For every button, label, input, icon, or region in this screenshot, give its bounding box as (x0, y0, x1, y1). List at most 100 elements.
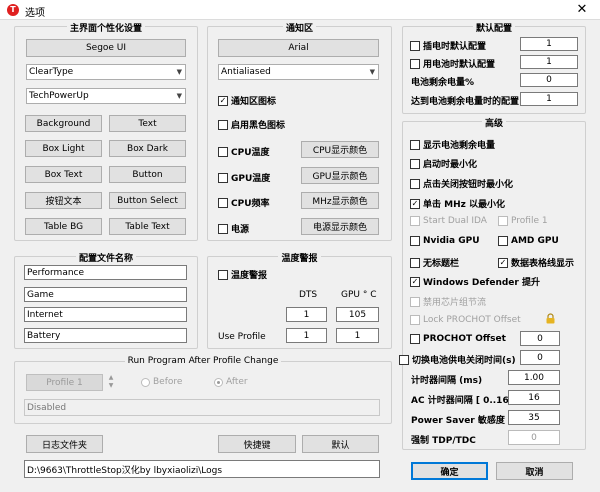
dts-alarm-input[interactable]: 1 (286, 307, 327, 322)
gpu-profile-input[interactable]: 1 (336, 328, 379, 343)
profile-name-2-input[interactable]: Game (24, 287, 187, 302)
group-title: 温度警报 (278, 254, 321, 264)
table-text-button[interactable]: Table Text (109, 218, 186, 235)
mhz-minimize-checkbox[interactable]: ✓ 单击 MHz 以最小化 (410, 197, 505, 210)
cancel-button[interactable]: 取消 (496, 462, 573, 480)
button-color-button[interactable]: Button (109, 166, 186, 183)
timer-interval-label: 计时器间隔 (ms) (411, 376, 483, 386)
show-tray-icon-checkbox[interactable]: ✓ 通知区图标 (218, 94, 276, 107)
background-color-button[interactable]: Background (25, 115, 102, 132)
lock-prochot-checkbox[interactable]: Lock PROCHOT Offset (410, 315, 521, 325)
force-tdp-input[interactable]: 0 (508, 430, 560, 445)
profile-name-4-input[interactable]: Battery (24, 328, 187, 343)
profile-name-3-input[interactable]: Internet (24, 307, 187, 322)
mhz-color-button[interactable]: MHz显示颜色 (301, 192, 379, 209)
gpu-temp-checkbox[interactable]: GPU温度 (218, 171, 270, 184)
notification-font-button[interactable]: Arial (218, 39, 379, 57)
group-title: 高级 (481, 119, 506, 129)
chevron-down-icon: ▼ (176, 92, 182, 100)
button-text-color-button[interactable]: 按钮文本 (25, 192, 102, 209)
before-radio[interactable]: Before (141, 377, 182, 387)
power-color-button[interactable]: 电源显示颜色 (301, 218, 379, 235)
ac-timer-label: AC 计时器间隔 [ 0..16 ] (411, 396, 516, 406)
run-profile-button[interactable]: Profile 1 (26, 374, 103, 391)
box-dark-button[interactable]: Box Dark (109, 140, 186, 157)
battery-default-checkbox[interactable]: 用电池时默认配置 (410, 57, 495, 70)
group-title: 配置文件名称 (75, 254, 136, 264)
prochot-offset-input[interactable]: 0 (520, 331, 560, 346)
spinner-control[interactable]: ▲ ▼ (106, 374, 116, 391)
group-title: Run Program After Profile Change (124, 356, 282, 366)
close-button[interactable]: ✕ (564, 0, 600, 20)
profile-name-1-input[interactable]: Performance (24, 265, 187, 280)
notification-render-combo[interactable]: Antialiased ▼ (218, 64, 379, 80)
box-light-button[interactable]: Box Light (25, 140, 102, 157)
profile1-checkbox[interactable]: Profile 1 (498, 216, 548, 226)
checkmark-icon: ✓ (410, 276, 420, 287)
battery-reach-label: 达到电池剩余电量时的配置 (411, 97, 520, 107)
no-titlebar-checkbox[interactable]: 无标题栏 (410, 256, 459, 269)
show-battery-checkbox[interactable]: 显示电池剩余电量 (410, 138, 495, 151)
app-icon: T (7, 4, 19, 16)
group-title: 主界面个性化设置 (66, 24, 145, 34)
gpu-color-button[interactable]: GPU显示颜色 (301, 167, 379, 184)
force-tdp-label: 强制 TDP/TDC (411, 436, 476, 446)
amd-gpu-checkbox[interactable]: AMD GPU (498, 236, 559, 246)
battery-percent-input[interactable]: 0 (520, 73, 578, 87)
theme-combo[interactable]: TechPowerUp ▼ (26, 88, 186, 104)
battery-default-input[interactable]: 1 (520, 55, 578, 69)
power-checkbox[interactable]: 电源 (218, 222, 249, 235)
close-minimize-checkbox[interactable]: 点击关闭按钮时最小化 (410, 177, 513, 190)
dark-icon-checkbox[interactable]: 启用黑色图标 (218, 118, 285, 131)
start-minimized-checkbox[interactable]: 启动时最小化 (410, 157, 477, 170)
cpu-freq-checkbox[interactable]: CPU频率 (218, 196, 270, 209)
group-title: 默认配置 (472, 24, 515, 34)
hotkey-button[interactable]: 快捷键 (218, 435, 296, 453)
run-program-path[interactable]: Disabled (24, 399, 380, 416)
group-title: 通知区 (282, 24, 316, 34)
ac-default-checkbox[interactable]: 插电时默认配置 (410, 39, 486, 52)
temp-alarm-checkbox[interactable]: 温度警报 (218, 268, 267, 281)
prochot-offset-checkbox[interactable]: PROCHOT Offset (410, 334, 506, 344)
timer-interval-input[interactable]: 1.00 (508, 370, 560, 385)
checkmark-icon: ✓ (410, 198, 420, 209)
log-path-input[interactable]: D:\9663\ThrottleStop汉化by lbyxiaolizi\Log… (24, 460, 380, 478)
power-saver-input[interactable]: 35 (508, 410, 560, 425)
chevron-down-icon: ▼ (176, 68, 182, 76)
default-button[interactable]: 默认 (302, 435, 379, 453)
gpu-header: GPU ° C (341, 290, 377, 300)
dts-profile-input[interactable]: 1 (286, 328, 327, 343)
ac-timer-input[interactable]: 16 (508, 390, 560, 405)
cpu-color-button[interactable]: CPU显示颜色 (301, 141, 379, 158)
nvidia-gpu-checkbox[interactable]: Nvidia GPU (410, 236, 480, 246)
start-dual-ida-checkbox[interactable]: Start Dual IDA (410, 216, 487, 226)
table-bg-button[interactable]: Table BG (25, 218, 102, 235)
defender-boost-checkbox[interactable]: ✓ Windows Defender 提升 (410, 275, 540, 288)
use-profile-label: Use Profile (218, 332, 266, 342)
gpu-alarm-input[interactable]: 105 (336, 307, 379, 322)
battery-percent-label: 电池剩余电量% (411, 78, 475, 88)
checkmark-icon: ✓ (498, 257, 508, 268)
main-render-combo[interactable]: ClearType ▼ (26, 64, 186, 80)
title-bar: T 选项 ✕ (0, 0, 600, 20)
ok-button[interactable]: 确定 (411, 462, 488, 480)
dts-header: DTS (299, 290, 318, 300)
table-grid-checkbox[interactable]: ✓ 数据表格线显示 (498, 256, 574, 269)
after-radio[interactable]: After (214, 377, 248, 387)
main-font-button[interactable]: Segoe UI (26, 39, 186, 57)
box-text-button[interactable]: Box Text (25, 166, 102, 183)
button-select-button[interactable]: Button Select (109, 192, 186, 209)
window-title: 选项 (25, 8, 45, 19)
chevron-down-icon: ▼ (369, 68, 375, 76)
power-saver-label: Power Saver 敏感度 (411, 416, 505, 426)
lock-icon (546, 313, 555, 324)
log-folder-button[interactable]: 日志文件夹 (26, 435, 103, 453)
battery-switch-input[interactable]: 0 (520, 350, 560, 365)
text-color-button[interactable]: Text (109, 115, 186, 132)
disable-chipset-throttle-checkbox[interactable]: 禁用芯片组节流 (410, 295, 486, 308)
cpu-temp-checkbox[interactable]: CPU温度 (218, 145, 270, 158)
battery-reach-input[interactable]: 1 (520, 92, 578, 106)
ac-default-input[interactable]: 1 (520, 37, 578, 51)
battery-switch-checkbox[interactable]: 切换电池供电关闭时间(s) (399, 353, 516, 366)
checkmark-icon: ✓ (218, 95, 228, 106)
